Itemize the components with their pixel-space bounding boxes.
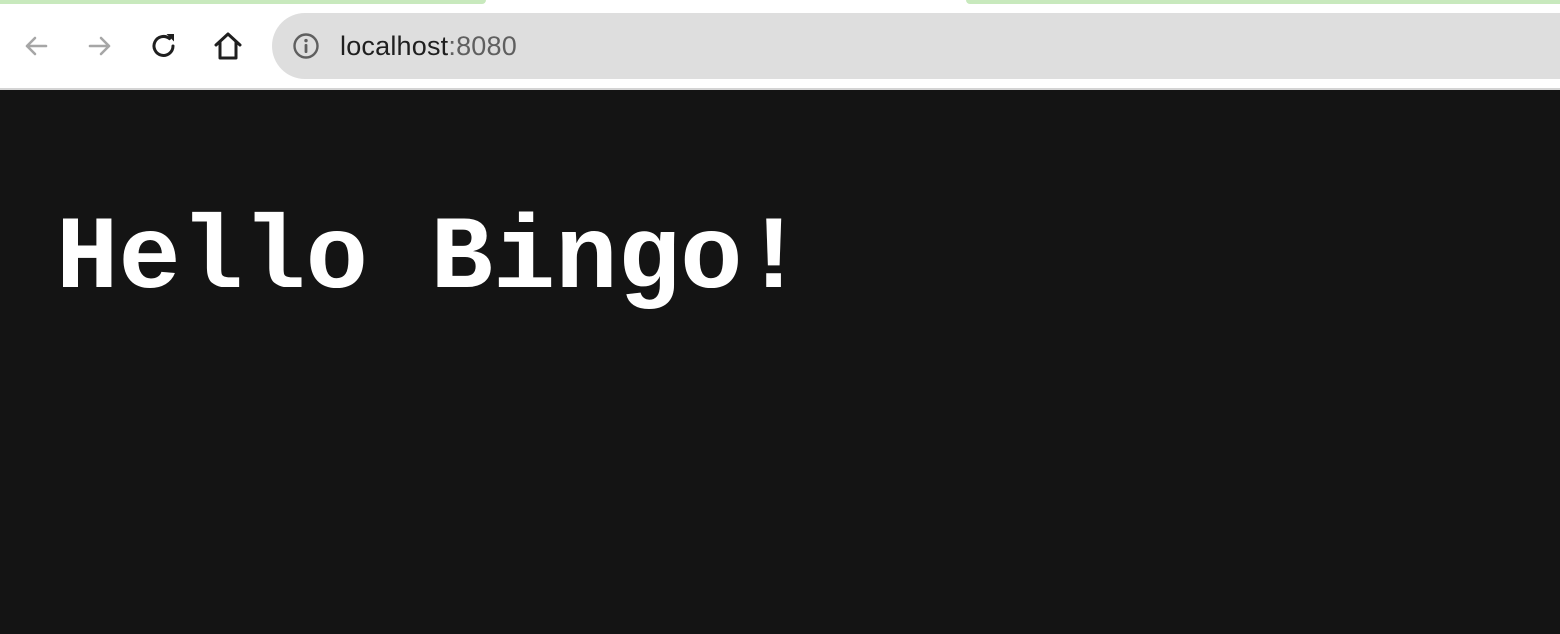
tab-right[interactable] [966, 0, 1560, 4]
browser-toolbar: localhost:8080 [0, 0, 1560, 90]
url-host: localhost [340, 31, 449, 61]
back-button[interactable] [16, 26, 56, 66]
home-icon [214, 32, 242, 60]
page-heading: Hello Bingo! [56, 201, 805, 319]
tab-left[interactable] [0, 0, 486, 4]
arrow-right-icon [88, 36, 111, 56]
page-content: Hello Bingo! [0, 90, 1560, 634]
arrow-left-icon [25, 36, 48, 56]
forward-button[interactable] [80, 26, 120, 66]
address-bar[interactable]: localhost:8080 [272, 13, 1560, 79]
reload-icon [152, 34, 175, 57]
url-text[interactable]: localhost:8080 [340, 31, 517, 61]
reload-button[interactable] [144, 26, 184, 66]
url-port: :8080 [448, 31, 517, 61]
info-icon[interactable] [292, 32, 320, 60]
home-button[interactable] [208, 26, 248, 66]
